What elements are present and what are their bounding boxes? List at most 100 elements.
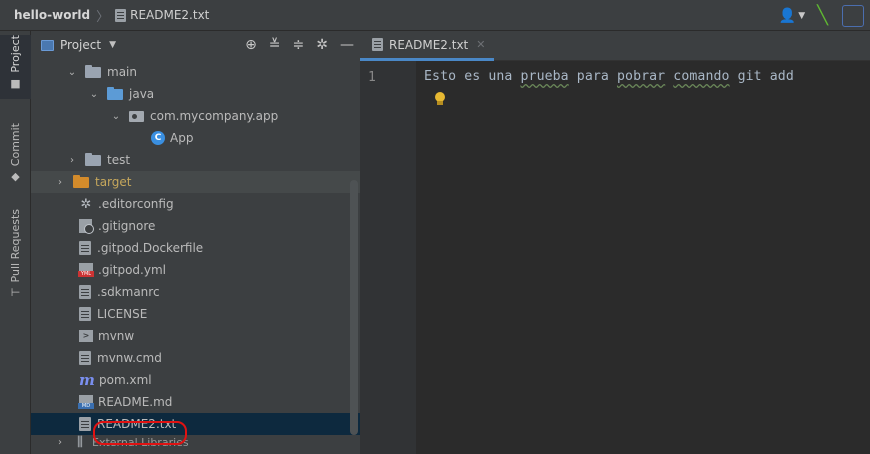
locate-file-icon[interactable]: ⊕	[245, 37, 257, 53]
tree-item-readme2-txt[interactable]: README2.txt	[31, 413, 360, 435]
tree-item-label: External Libraries	[92, 435, 189, 449]
code-word-typo: pobrar	[616, 69, 666, 84]
tree-item-label: LICENSE	[97, 307, 148, 321]
build-hammer-icon[interactable]: ╲	[817, 5, 828, 26]
chevron-down-icon[interactable]: ⌄	[109, 111, 123, 122]
navbar-actions: 👤 ▼ ╲	[779, 0, 870, 31]
hide-panel-icon[interactable]: —	[340, 37, 354, 53]
tree-item-readme-md[interactable]: README.md	[31, 391, 360, 413]
chevron-right-icon[interactable]: ›	[53, 437, 67, 448]
yml-file-icon	[78, 263, 94, 277]
tree-item-label: main	[107, 65, 137, 79]
tab-readme2-txt[interactable]: README2.txt ✕	[360, 31, 494, 61]
tree-item-mvnw[interactable]: > mvnw	[31, 325, 360, 347]
line-number: 1	[368, 70, 376, 85]
tool-window-commit[interactable]: Commit ◆	[0, 123, 31, 183]
text-file-icon	[79, 351, 91, 365]
tree-item-gitpod-yml[interactable]: .gitpod.yml	[31, 259, 360, 281]
tree-item-label: test	[107, 153, 131, 167]
code-word-typo: prueba	[520, 69, 569, 84]
expand-all-icon[interactable]: ≚	[269, 37, 281, 53]
tool-window-strip: Project ■ Commit ◆ Pull Requests ⊢	[0, 31, 31, 454]
breadcrumb-project[interactable]: hello-world	[14, 8, 90, 22]
tree-item-label: mvnw.cmd	[97, 351, 162, 365]
tree-item-label: mvnw	[98, 329, 135, 343]
text-file-icon	[79, 241, 91, 255]
lightbulb-icon[interactable]	[434, 92, 445, 106]
collapse-all-icon[interactable]: ≑	[293, 37, 305, 53]
excluded-folder-icon	[73, 174, 89, 188]
project-tree-scrollbar[interactable]	[350, 180, 358, 435]
chevron-right-icon[interactable]: ›	[65, 155, 79, 166]
chevron-down-icon[interactable]: ▼	[109, 40, 116, 50]
text-file-icon	[372, 38, 383, 51]
tree-item-app[interactable]: C App	[31, 127, 360, 149]
breadcrumb-separator-icon: 〉	[96, 9, 110, 25]
tab-label: README2.txt	[389, 37, 469, 52]
tree-item-test[interactable]: › test	[31, 149, 360, 171]
run-config-button[interactable]	[842, 4, 864, 27]
library-icon: ⫼	[77, 435, 83, 449]
text-file-icon	[79, 285, 91, 299]
editor-tab-bar: README2.txt ✕	[360, 31, 870, 61]
project-panel-toolbar: ⊕ ≚ ≑ ✲ —	[245, 31, 354, 59]
tool-window-project[interactable]: Project ■	[0, 35, 31, 99]
tree-item-label: README.md	[98, 395, 173, 409]
navigation-bar: hello-world 〉 README2.txt 👤 ▼ ╲	[0, 0, 870, 31]
user-icon[interactable]: 👤	[779, 8, 796, 24]
tree-item-label: .gitpod.Dockerfile	[97, 241, 204, 255]
code-text: sto es una	[432, 69, 521, 84]
pull-request-icon: ⊢	[10, 286, 21, 300]
tree-item-label: java	[129, 87, 155, 101]
code-word-typo: comando	[673, 69, 730, 84]
shell-script-icon: >	[79, 330, 93, 342]
tool-window-project-label: Project	[9, 35, 22, 73]
tree-item-sdkmanrc[interactable]: .sdkmanrc	[31, 281, 360, 303]
editor-gutter: 1	[360, 61, 416, 454]
tree-item-mvnw-cmd[interactable]: mvnw.cmd	[31, 347, 360, 369]
project-view-selector[interactable]: Project	[60, 38, 101, 52]
tree-item-label: App	[170, 131, 194, 145]
tree-item-label: target	[95, 175, 132, 189]
tool-window-commit-label: Commit	[9, 123, 22, 167]
text-file-icon	[79, 307, 91, 321]
tree-item-target[interactable]: › target	[31, 171, 360, 193]
project-window-icon	[41, 39, 54, 51]
tree-item-label: README2.txt	[97, 417, 177, 431]
tree-item-pom[interactable]: m pom.xml	[31, 369, 360, 391]
chevron-down-icon[interactable]: ▼	[798, 11, 805, 21]
tree-item-package[interactable]: ⌄ com.mycompany.app	[31, 105, 360, 127]
tree-item-label: .sdkmanrc	[97, 285, 160, 299]
maven-icon: m	[79, 371, 95, 389]
tree-item-label: com.mycompany.app	[150, 109, 279, 123]
gear-icon: ✲	[80, 196, 92, 212]
code-first-char: E	[424, 69, 433, 84]
tree-item-gitpod-dockerfile[interactable]: .gitpod.Dockerfile	[31, 237, 360, 259]
breadcrumb-file[interactable]: README2.txt	[130, 8, 209, 22]
tree-item-label: .editorconfig	[98, 197, 174, 211]
tree-item-java[interactable]: ⌄ java	[31, 83, 360, 105]
gear-icon[interactable]: ✲	[316, 37, 328, 53]
tree-item-label: .gitignore	[98, 219, 156, 233]
folder-icon	[85, 152, 101, 166]
code-line[interactable]: Esto es una prueba para pobrar comando g…	[424, 69, 794, 84]
project-panel-header: Project ▼ ⊕ ≚ ≑ ✲ —	[31, 31, 360, 59]
tool-window-pull-requests[interactable]: Pull Requests ⊢	[0, 209, 31, 299]
tree-item-license[interactable]: LICENSE	[31, 303, 360, 325]
chevron-down-icon[interactable]: ⌄	[87, 89, 101, 100]
tree-item-editorconfig[interactable]: ✲ .editorconfig	[31, 193, 360, 215]
folder-icon	[85, 64, 101, 78]
chevron-right-icon[interactable]: ›	[53, 177, 67, 188]
tree-item-main[interactable]: ⌄ main	[31, 61, 360, 83]
chevron-down-icon[interactable]: ⌄	[65, 67, 79, 78]
tool-window-pull-requests-label: Pull Requests	[9, 209, 22, 283]
folder-icon: ■	[10, 76, 21, 90]
tree-item-external-libraries[interactable]: › ⫼ External Libraries	[31, 435, 360, 449]
code-text: git add	[729, 69, 794, 84]
text-file-icon	[115, 8, 127, 22]
tree-item-gitignore[interactable]: .gitignore	[31, 215, 360, 237]
tree-item-label: pom.xml	[99, 373, 152, 387]
class-icon: C	[151, 131, 165, 145]
close-icon[interactable]: ✕	[476, 38, 485, 51]
source-folder-icon	[107, 86, 123, 100]
